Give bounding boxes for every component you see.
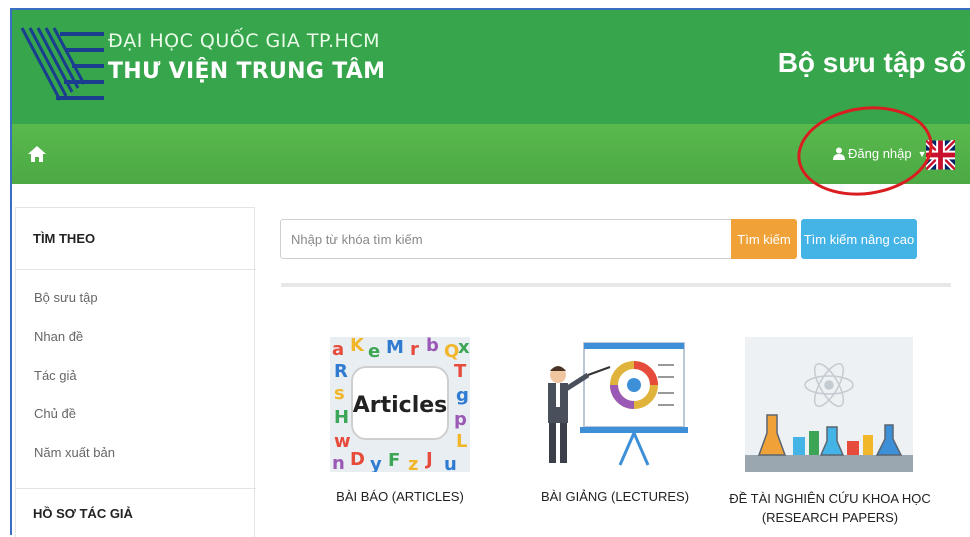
svg-text:w: w xyxy=(334,431,351,452)
svg-text:n: n xyxy=(332,453,345,472)
login-dropdown[interactable]: Đăng nhập ▼ xyxy=(833,146,927,161)
svg-text:r: r xyxy=(410,339,419,360)
uk-flag-icon[interactable] xyxy=(926,140,955,170)
collection-lectures-label[interactable]: BÀI GIẢNG (LECTURES) xyxy=(535,489,695,504)
svg-text:b: b xyxy=(426,337,439,356)
svg-text:T: T xyxy=(454,361,467,382)
svg-text:K: K xyxy=(350,337,365,356)
svg-text:p: p xyxy=(454,409,467,430)
svg-text:J: J xyxy=(424,449,433,470)
university-name: ĐẠI HỌC QUỐC GIA TP.HCM xyxy=(108,30,380,52)
library-name: THƯ VIỆN TRUNG TÂM xyxy=(108,59,386,84)
sidebar-item-collection[interactable]: Bộ sưu tập xyxy=(34,290,98,305)
collection-research-papers-label[interactable]: ĐỀ TÀI NGHIÊN CỨU KHOA HỌC (RESEARCH PAP… xyxy=(725,489,935,527)
svg-text:y: y xyxy=(370,454,382,472)
sidebar-divider xyxy=(16,269,256,270)
home-icon[interactable] xyxy=(27,144,47,164)
svg-text:a: a xyxy=(332,339,344,360)
svg-text:R: R xyxy=(334,361,348,382)
collection-articles-label[interactable]: BÀI BÁO (ARTICLES) xyxy=(320,489,480,504)
sidebar-divider xyxy=(16,488,256,489)
search-button[interactable]: Tìm kiếm xyxy=(731,219,797,259)
svg-text:F: F xyxy=(388,450,400,471)
search-input[interactable] xyxy=(280,219,732,259)
research-label-line1: ĐỀ TÀI NGHIÊN CỨU KHOA HỌC xyxy=(729,491,931,506)
user-icon xyxy=(833,147,845,160)
svg-text:L: L xyxy=(456,431,467,452)
research-label-line2: (RESEARCH PAPERS) xyxy=(761,510,899,525)
collection-title: Bộ sưu tập số xyxy=(777,47,966,78)
sidebar-title-search-by: TÌM THEO xyxy=(33,231,96,246)
articles-image-text: Articles xyxy=(353,393,448,418)
svg-text:D: D xyxy=(350,449,365,470)
sidebar: TÌM THEO Bộ sưu tập Nhan đề Tác giả Chủ … xyxy=(15,207,256,537)
svg-text:x: x xyxy=(458,337,470,358)
svg-text:H: H xyxy=(334,407,349,428)
sidebar-item-title[interactable]: Nhan đề xyxy=(34,329,83,344)
svg-text:M: M xyxy=(386,337,404,358)
advanced-search-button[interactable]: Tìm kiếm nâng cao xyxy=(801,219,917,259)
library-logo xyxy=(20,27,104,101)
content-divider xyxy=(281,283,951,287)
sidebar-item-subject[interactable]: Chủ đề xyxy=(34,406,76,421)
articles-thumbnail[interactable]: aKe Mrb Qx RT sg Hp wL nDy FzJ u Article… xyxy=(330,337,470,472)
lectures-thumbnail[interactable] xyxy=(540,337,688,472)
svg-text:g: g xyxy=(456,385,469,406)
svg-text:z: z xyxy=(408,454,418,472)
sidebar-item-author[interactable]: Tác giả xyxy=(34,368,77,383)
main-navbar: Đăng nhập ▼ xyxy=(12,124,970,184)
sidebar-item-year[interactable]: Năm xuất bản xyxy=(34,445,115,460)
sidebar-title-author-profile[interactable]: HỒ SƠ TÁC GIẢ xyxy=(33,506,133,521)
login-label: Đăng nhập xyxy=(848,146,912,161)
svg-text:s: s xyxy=(334,383,345,404)
svg-text:u: u xyxy=(444,454,457,472)
research-papers-thumbnail[interactable] xyxy=(745,337,913,472)
svg-text:e: e xyxy=(368,341,380,362)
site-banner: ĐẠI HỌC QUỐC GIA TP.HCM THƯ VIỆN TRUNG T… xyxy=(12,10,970,124)
